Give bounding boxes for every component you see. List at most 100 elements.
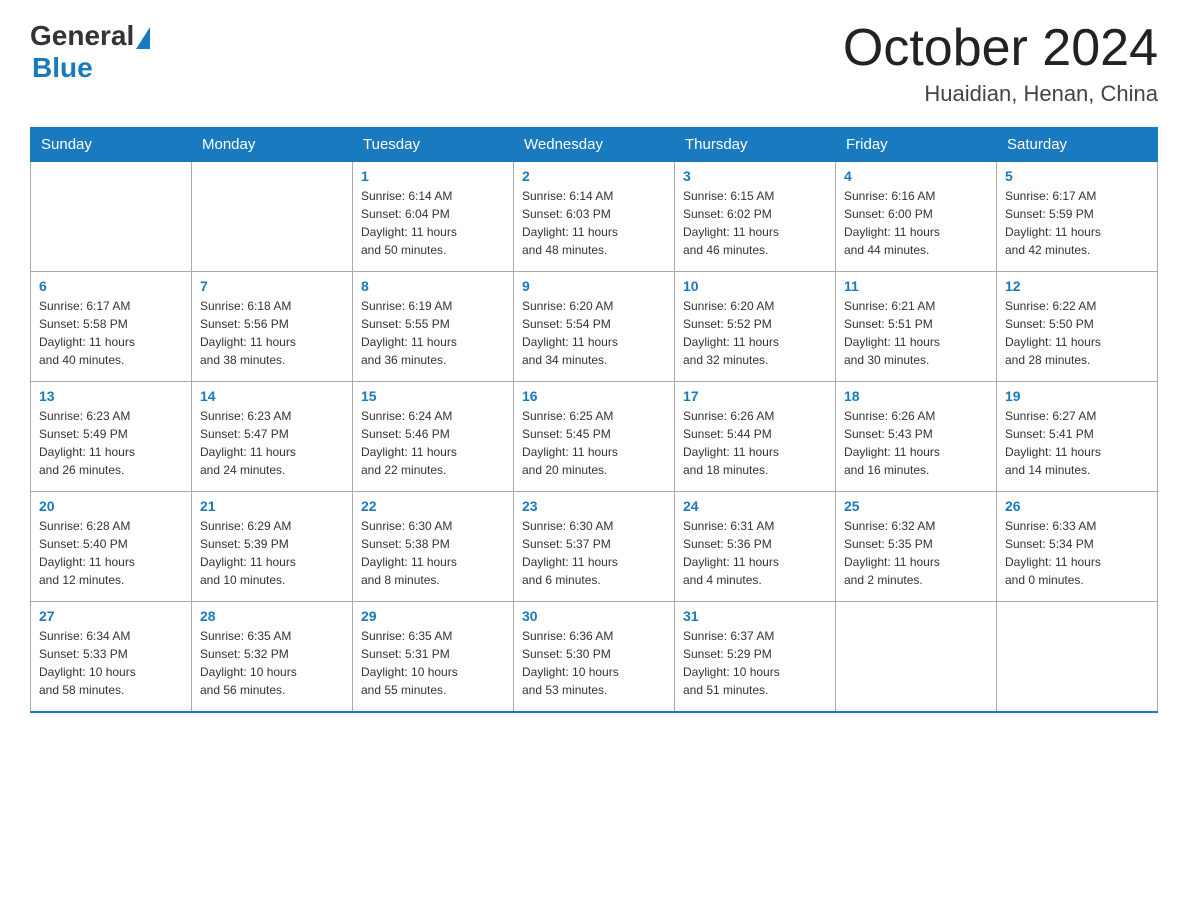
day-number: 21 xyxy=(200,498,344,514)
day-info: Sunrise: 6:36 AMSunset: 5:30 PMDaylight:… xyxy=(522,627,666,699)
calendar-cell: 18Sunrise: 6:26 AMSunset: 5:43 PMDayligh… xyxy=(836,382,997,492)
calendar-cell: 31 Sunrise: 6:37 AMSunset: 5:29 PMDayligh… xyxy=(675,602,836,712)
day-info: Sunrise: 6:29 AMSunset: 5:39 PMDaylight:… xyxy=(200,517,344,589)
day-info: Sunrise: 6:14 AMSunset: 6:04 PMDaylight:… xyxy=(361,187,505,259)
calendar-cell: 7 Sunrise: 6:18 AMSunset: 5:56 PMDaylight… xyxy=(192,272,353,382)
calendar-cell: 5Sunrise: 6:17 AMSunset: 5:59 PMDaylight… xyxy=(997,162,1158,272)
calendar-cell: 13Sunrise: 6:23 AMSunset: 5:49 PMDayligh… xyxy=(31,382,192,492)
day-info: Sunrise: 6:35 AMSunset: 5:31 PMDaylight:… xyxy=(361,627,505,699)
logo: General Blue xyxy=(30,20,150,84)
day-info: Sunrise: 6:16 AMSunset: 6:00 PMDaylight:… xyxy=(844,187,988,259)
day-info: Sunrise: 6:28 AMSunset: 5:40 PMDaylight:… xyxy=(39,517,183,589)
day-number: 12 xyxy=(1005,278,1149,294)
day-number: 20 xyxy=(39,498,183,514)
day-of-week-header: Tuesday xyxy=(353,128,514,162)
calendar-cell: 15 Sunrise: 6:24 AMSunset: 5:46 PMDayligh… xyxy=(353,382,514,492)
day-number: 30 xyxy=(522,608,666,624)
day-info: Sunrise: 6:23 AMSunset: 5:47 PMDaylight:… xyxy=(200,407,344,479)
calendar-week-row: 27Sunrise: 6:34 AMSunset: 5:33 PMDayligh… xyxy=(31,602,1158,712)
day-number: 7 xyxy=(200,278,344,294)
calendar-week-row: 13Sunrise: 6:23 AMSunset: 5:49 PMDayligh… xyxy=(31,382,1158,492)
day-info: Sunrise: 6:20 AMSunset: 5:52 PMDaylight:… xyxy=(683,297,827,369)
calendar-cell: 22 Sunrise: 6:30 AMSunset: 5:38 PMDayligh… xyxy=(353,492,514,602)
day-info: Sunrise: 6:15 AMSunset: 6:02 PMDaylight:… xyxy=(683,187,827,259)
day-info: Sunrise: 6:17 AMSunset: 5:58 PMDaylight:… xyxy=(39,297,183,369)
day-of-week-header: Monday xyxy=(192,128,353,162)
day-of-week-header: Sunday xyxy=(31,128,192,162)
calendar-cell: 19 Sunrise: 6:27 AMSunset: 5:41 PMDayligh… xyxy=(997,382,1158,492)
calendar-cell: 10 Sunrise: 6:20 AMSunset: 5:52 PMDayligh… xyxy=(675,272,836,382)
day-number: 23 xyxy=(522,498,666,514)
title-area: October 2024 Huaidian, Henan, China xyxy=(843,20,1158,107)
day-info: Sunrise: 6:35 AMSunset: 5:32 PMDaylight:… xyxy=(200,627,344,699)
day-info: Sunrise: 6:14 AMSunset: 6:03 PMDaylight:… xyxy=(522,187,666,259)
day-number: 25 xyxy=(844,498,988,514)
day-info: Sunrise: 6:23 AMSunset: 5:49 PMDaylight:… xyxy=(39,407,183,479)
day-info: Sunrise: 6:37 AMSunset: 5:29 PMDaylight:… xyxy=(683,627,827,699)
day-number: 11 xyxy=(844,278,988,294)
day-number: 18 xyxy=(844,388,988,404)
day-info: Sunrise: 6:18 AMSunset: 5:56 PMDaylight:… xyxy=(200,297,344,369)
calendar-cell: 12 Sunrise: 6:22 AMSunset: 5:50 PMDayligh… xyxy=(997,272,1158,382)
day-number: 1 xyxy=(361,168,505,184)
day-info: Sunrise: 6:21 AMSunset: 5:51 PMDaylight:… xyxy=(844,297,988,369)
day-number: 8 xyxy=(361,278,505,294)
day-info: Sunrise: 6:19 AMSunset: 5:55 PMDaylight:… xyxy=(361,297,505,369)
calendar-cell: 20 Sunrise: 6:28 AMSunset: 5:40 PMDayligh… xyxy=(31,492,192,602)
day-info: Sunrise: 6:25 AMSunset: 5:45 PMDaylight:… xyxy=(522,407,666,479)
calendar-cell: 29 Sunrise: 6:35 AMSunset: 5:31 PMDayligh… xyxy=(353,602,514,712)
calendar-cell xyxy=(31,162,192,272)
month-title: October 2024 xyxy=(843,20,1158,77)
day-number: 6 xyxy=(39,278,183,294)
calendar-week-row: 6 Sunrise: 6:17 AMSunset: 5:58 PMDaylight… xyxy=(31,272,1158,382)
calendar-cell: 28 Sunrise: 6:35 AMSunset: 5:32 PMDayligh… xyxy=(192,602,353,712)
day-number: 15 xyxy=(361,388,505,404)
day-number: 10 xyxy=(683,278,827,294)
logo-blue-text: Blue xyxy=(32,52,93,84)
day-number: 24 xyxy=(683,498,827,514)
calendar-cell: 27Sunrise: 6:34 AMSunset: 5:33 PMDayligh… xyxy=(31,602,192,712)
day-info: Sunrise: 6:34 AMSunset: 5:33 PMDaylight:… xyxy=(39,627,183,699)
day-number: 22 xyxy=(361,498,505,514)
calendar-cell: 3Sunrise: 6:15 AMSunset: 6:02 PMDaylight… xyxy=(675,162,836,272)
day-of-week-header: Wednesday xyxy=(514,128,675,162)
calendar-cell: 24Sunrise: 6:31 AMSunset: 5:36 PMDayligh… xyxy=(675,492,836,602)
calendar-cell: 11 Sunrise: 6:21 AMSunset: 5:51 PMDayligh… xyxy=(836,272,997,382)
day-number: 26 xyxy=(1005,498,1149,514)
calendar-cell: 14 Sunrise: 6:23 AMSunset: 5:47 PMDayligh… xyxy=(192,382,353,492)
day-info: Sunrise: 6:26 AMSunset: 5:44 PMDaylight:… xyxy=(683,407,827,479)
day-number: 19 xyxy=(1005,388,1149,404)
day-number: 14 xyxy=(200,388,344,404)
calendar-cell: 30 Sunrise: 6:36 AMSunset: 5:30 PMDayligh… xyxy=(514,602,675,712)
day-info: Sunrise: 6:30 AMSunset: 5:38 PMDaylight:… xyxy=(361,517,505,589)
day-info: Sunrise: 6:20 AMSunset: 5:54 PMDaylight:… xyxy=(522,297,666,369)
day-info: Sunrise: 6:30 AMSunset: 5:37 PMDaylight:… xyxy=(522,517,666,589)
calendar-cell: 1 Sunrise: 6:14 AMSunset: 6:04 PMDaylight… xyxy=(353,162,514,272)
day-info: Sunrise: 6:22 AMSunset: 5:50 PMDaylight:… xyxy=(1005,297,1149,369)
calendar-cell xyxy=(836,602,997,712)
day-number: 28 xyxy=(200,608,344,624)
calendar-cell: 4Sunrise: 6:16 AMSunset: 6:00 PMDaylight… xyxy=(836,162,997,272)
day-number: 17 xyxy=(683,388,827,404)
calendar-week-row: 1 Sunrise: 6:14 AMSunset: 6:04 PMDaylight… xyxy=(31,162,1158,272)
logo-triangle-icon xyxy=(136,27,150,49)
calendar-cell: 21 Sunrise: 6:29 AMSunset: 5:39 PMDayligh… xyxy=(192,492,353,602)
day-of-week-header: Thursday xyxy=(675,128,836,162)
day-number: 5 xyxy=(1005,168,1149,184)
day-number: 29 xyxy=(361,608,505,624)
calendar-table: SundayMondayTuesdayWednesdayThursdayFrid… xyxy=(30,127,1158,713)
calendar-cell: 23 Sunrise: 6:30 AMSunset: 5:37 PMDayligh… xyxy=(514,492,675,602)
calendar-cell: 8 Sunrise: 6:19 AMSunset: 5:55 PMDaylight… xyxy=(353,272,514,382)
page-header: General Blue October 2024 Huaidian, Hena… xyxy=(30,20,1158,107)
calendar-cell: 6 Sunrise: 6:17 AMSunset: 5:58 PMDaylight… xyxy=(31,272,192,382)
day-number: 31 xyxy=(683,608,827,624)
calendar-cell: 2 Sunrise: 6:14 AMSunset: 6:03 PMDaylight… xyxy=(514,162,675,272)
calendar-cell: 25Sunrise: 6:32 AMSunset: 5:35 PMDayligh… xyxy=(836,492,997,602)
logo-general-text: General xyxy=(30,20,134,52)
day-info: Sunrise: 6:27 AMSunset: 5:41 PMDaylight:… xyxy=(1005,407,1149,479)
day-info: Sunrise: 6:24 AMSunset: 5:46 PMDaylight:… xyxy=(361,407,505,479)
day-number: 2 xyxy=(522,168,666,184)
calendar-cell: 17 Sunrise: 6:26 AMSunset: 5:44 PMDayligh… xyxy=(675,382,836,492)
calendar-week-row: 20 Sunrise: 6:28 AMSunset: 5:40 PMDayligh… xyxy=(31,492,1158,602)
day-number: 9 xyxy=(522,278,666,294)
